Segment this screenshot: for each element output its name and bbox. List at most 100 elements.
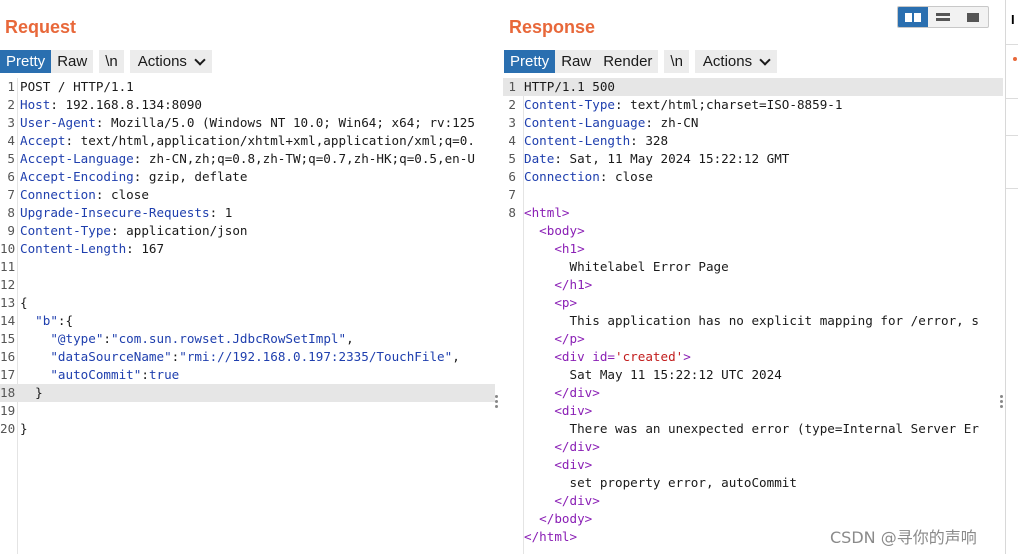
split-vertical-icon xyxy=(936,13,950,21)
code-text: There was an unexpected error (type=Inte… xyxy=(524,420,978,438)
split-horizontal-icon xyxy=(905,12,921,22)
response-tab-pretty[interactable]: Pretty xyxy=(504,50,556,73)
request-code-line: 3 User-Agent: Mozilla/5.0 (Windows NT 10.… xyxy=(0,114,495,132)
code-token: "b" xyxy=(35,313,58,328)
response-tabs: Pretty Raw Render \n Actions xyxy=(504,50,778,73)
line-number: 5 xyxy=(7,151,15,166)
response-tab-render[interactable]: Render xyxy=(597,50,659,73)
code-token: <body> xyxy=(539,223,585,238)
layout-single-pane-button[interactable] xyxy=(958,7,988,27)
single-pane-icon xyxy=(967,12,979,22)
code-token: <html> xyxy=(524,205,570,220)
line-number: 2 xyxy=(7,97,15,112)
line-number: 17 xyxy=(0,367,16,382)
line-number: 10 xyxy=(0,241,16,256)
code-text: Host: 192.168.8.134:8090 xyxy=(20,96,202,114)
line-number: 4 xyxy=(508,133,516,148)
response-editor[interactable]: 1 HTTP/1.1 500 2 Content-Type: text/html;ch… xyxy=(503,78,1003,554)
drag-handle-icon[interactable] xyxy=(1000,395,1003,410)
code-text: HTTP/1.1 500 xyxy=(524,78,615,96)
inspector-panel[interactable]: I xyxy=(1005,0,1018,554)
request-code-line: 1 POST / HTTP/1.1 xyxy=(0,78,495,96)
line-number: 8 xyxy=(7,205,15,220)
response-title: Response xyxy=(509,17,596,37)
request-tab-raw[interactable]: Raw xyxy=(51,50,94,73)
code-token: </body> xyxy=(539,511,593,526)
response-code-line: 5 Date: Sat, 11 May 2024 15:22:12 GMT xyxy=(503,150,1003,168)
response-tab-raw[interactable]: Raw xyxy=(555,50,598,73)
code-token: Content-Type xyxy=(20,223,111,238)
request-tab-pretty[interactable]: Pretty xyxy=(0,50,52,73)
response-code-line: set property error, autoCommit xyxy=(503,474,1003,492)
request-code-line: 4 Accept: text/html,application/xhtml+xml… xyxy=(0,132,495,150)
code-token: id= xyxy=(592,349,616,364)
code-token: "@type" xyxy=(50,331,104,346)
line-number: 8 xyxy=(508,205,516,220)
code-text: "autoCommit":true xyxy=(20,366,179,384)
code-text: <p> xyxy=(524,294,577,312)
line-number: 1 xyxy=(7,79,15,94)
code-token: : zh-CN,zh;q=0.8,zh-TW;q=0.7,zh-HK;q=0.5… xyxy=(133,151,475,166)
response-pane: Response Pretty Raw Render \n Actions 1H… xyxy=(503,0,1003,554)
layout-toggle xyxy=(897,6,989,28)
response-code-line: </h1> xyxy=(503,276,1003,294)
line-number: 6 xyxy=(508,169,516,184)
layout-split-horizontal-button[interactable] xyxy=(898,7,928,27)
request-editor[interactable]: 1 POST / HTTP/1.1 2 Host: 192.168.8.134:809… xyxy=(0,78,495,554)
code-text: set property error, autoCommit xyxy=(524,474,796,492)
response-code-line: </div> xyxy=(503,384,1003,402)
request-actions-label: Actions xyxy=(137,53,187,70)
response-actions-button[interactable]: Actions xyxy=(694,50,778,73)
code-text: <html> xyxy=(524,204,570,222)
drag-handle-icon[interactable] xyxy=(495,395,498,410)
code-text: Accept-Encoding: gzip, deflate xyxy=(20,168,247,186)
line-number: 15 xyxy=(0,331,16,346)
code-token: Whitelabel Error Page xyxy=(524,259,729,274)
pane-divider[interactable] xyxy=(495,0,503,554)
code-text: </div> xyxy=(524,492,600,510)
line-number: 9 xyxy=(7,223,15,238)
code-token: , xyxy=(346,331,354,346)
code-text: <div> xyxy=(524,456,592,474)
response-code-line: 6 Connection: close xyxy=(503,168,1003,186)
code-text: Date: Sat, 11 May 2024 15:22:12 GMT xyxy=(524,150,789,168)
code-token: : 167 xyxy=(126,241,165,256)
response-code-line: 1 HTTP/1.1 500 xyxy=(503,78,1003,96)
code-text: <div> xyxy=(524,402,592,420)
code-token: true xyxy=(148,367,180,382)
code-text: Connection: close xyxy=(524,168,653,186)
code-text: </body> xyxy=(524,510,592,528)
line-number: 7 xyxy=(508,187,516,202)
response-code-line: <body> xyxy=(503,222,1003,240)
code-text: Accept-Language: zh-CN,zh;q=0.8,zh-TW;q=… xyxy=(20,150,475,168)
layout-split-vertical-button[interactable] xyxy=(928,7,958,27)
response-actions-label: Actions xyxy=(702,53,753,70)
line-number: 12 xyxy=(0,277,16,292)
request-tab-newline[interactable]: \n xyxy=(99,50,124,73)
response-tab-newline[interactable]: \n xyxy=(664,50,689,73)
code-token: :{ xyxy=(57,313,74,328)
request-actions-button[interactable]: Actions xyxy=(129,50,212,73)
code-token: Content-Length xyxy=(20,241,127,256)
code-token: : xyxy=(141,367,149,382)
code-token: "autoCommit" xyxy=(50,367,142,382)
inspector-label: I xyxy=(1011,12,1015,27)
code-token: <h1> xyxy=(554,241,585,256)
code-token: , xyxy=(452,349,460,364)
code-token: <div xyxy=(554,349,593,364)
response-code-line: <p> xyxy=(503,294,1003,312)
code-token: } xyxy=(20,385,43,400)
request-code-line: 11 xyxy=(0,258,495,276)
line-number: 3 xyxy=(508,115,516,130)
code-text: Sat May 11 15:22:12 UTC 2024 xyxy=(524,366,781,384)
code-token: </div> xyxy=(554,493,600,508)
line-number: 6 xyxy=(7,169,15,184)
code-token: Connection xyxy=(20,187,96,202)
code-token: </h1> xyxy=(554,277,593,292)
code-token: : close xyxy=(599,169,653,184)
